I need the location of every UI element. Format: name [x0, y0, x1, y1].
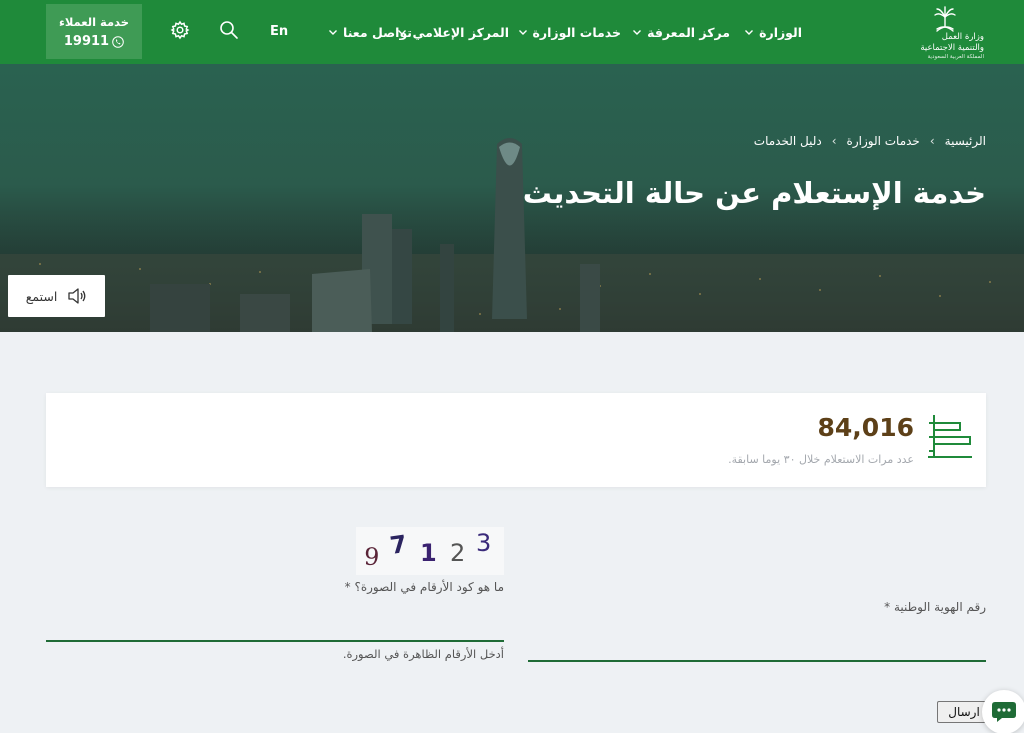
chevron-left-icon: ‹ — [831, 134, 837, 148]
captcha-question-label: ما هو كود الأرقام في الصورة؟ * — [344, 580, 504, 594]
nav-item-media-center[interactable]: المركز الإعلامي — [397, 22, 509, 42]
page-title: خدمة الإستعلام عن حالة التحديث — [522, 176, 986, 210]
customer-service-button[interactable]: خدمة العملاء 19911 — [46, 4, 142, 59]
chevron-down-icon — [745, 30, 754, 35]
stats-card: 84,016 عدد مرات الاستعلام خلال ٣٠ يوما س… — [46, 393, 986, 487]
language-switch[interactable]: En — [270, 24, 288, 39]
captcha-image: 9 7 1 2 3 — [356, 527, 504, 575]
logo-text-line2: والتنمية الاجتماعية — [920, 43, 984, 53]
captcha-digit: 3 — [476, 529, 491, 557]
chat-bubble-icon — [992, 702, 1016, 722]
bar-chart-icon — [928, 415, 972, 458]
nav-item-ministry[interactable]: الوزارة — [744, 22, 802, 42]
gear-icon[interactable] — [170, 20, 190, 40]
nav-item-label: مركز المعرفة — [647, 24, 730, 40]
speaker-icon — [68, 288, 86, 304]
chevron-down-icon — [518, 30, 527, 35]
logo-text-line3: المملكة العربية السعودية — [927, 54, 984, 60]
nav-item-ministry-services[interactable]: خدمات الوزارة — [518, 22, 621, 42]
search-icon[interactable] — [219, 20, 239, 40]
captcha-digit: 1 — [420, 539, 437, 567]
top-navigation-bar: وزارة العمل والتنمية الاجتماعية المملكة … — [0, 0, 1024, 64]
captcha-hint: أدخل الأرقام الظاهرة في الصورة. — [342, 647, 504, 661]
breadcrumb-ministry-services[interactable]: خدمات الوزارة — [847, 134, 920, 148]
listen-label: استمع — [25, 288, 58, 304]
nav-item-knowledge-center[interactable]: مركز المعرفة — [632, 22, 730, 42]
chevron-left-icon: ‹ — [929, 134, 935, 148]
nav-item-label: المركز الإعلامي — [412, 24, 509, 40]
nav-item-label: الوزارة — [759, 24, 802, 40]
chevron-down-icon — [329, 30, 337, 35]
captcha-digit: 2 — [450, 539, 465, 567]
breadcrumb: الرئيسية ‹ خدمات الوزارة ‹ دليل الخدمات — [754, 134, 986, 148]
logo-text-line1: وزارة العمل — [941, 32, 984, 42]
nav-item-label: تواصل معنا — [343, 24, 412, 40]
captcha-input[interactable] — [46, 612, 504, 642]
captcha-digit: 7 — [388, 530, 408, 560]
nav-item-contact-us[interactable]: تواصل معنا — [328, 22, 412, 42]
nav-item-label: خدمات الوزارة — [532, 24, 621, 40]
chevron-down-icon — [633, 30, 642, 35]
breadcrumb-home[interactable]: الرئيسية — [945, 134, 986, 148]
chat-widget-button[interactable] — [982, 690, 1024, 733]
customer-service-title: خدمة العملاء — [58, 15, 130, 29]
customer-service-number: 19911 — [63, 34, 110, 49]
stat-description: عدد مرات الاستعلام خلال ٣٠ يوما سابقة. — [728, 453, 914, 466]
listen-button[interactable]: استمع — [8, 275, 105, 317]
palm-swords-emblem-icon — [934, 6, 956, 32]
breadcrumb-services-guide[interactable]: دليل الخدمات — [754, 134, 822, 148]
hero-banner: الرئيسية ‹ خدمات الوزارة ‹ دليل الخدمات … — [0, 64, 1024, 332]
national-id-label: رقم الهوية الوطنية * — [884, 600, 986, 614]
phone-icon — [112, 35, 124, 48]
ministry-logo[interactable]: وزارة العمل والتنمية الاجتماعية المملكة … — [910, 6, 984, 60]
stat-value: 84,016 — [817, 413, 914, 442]
captcha-digit: 9 — [363, 542, 380, 571]
national-id-input[interactable] — [528, 630, 986, 662]
